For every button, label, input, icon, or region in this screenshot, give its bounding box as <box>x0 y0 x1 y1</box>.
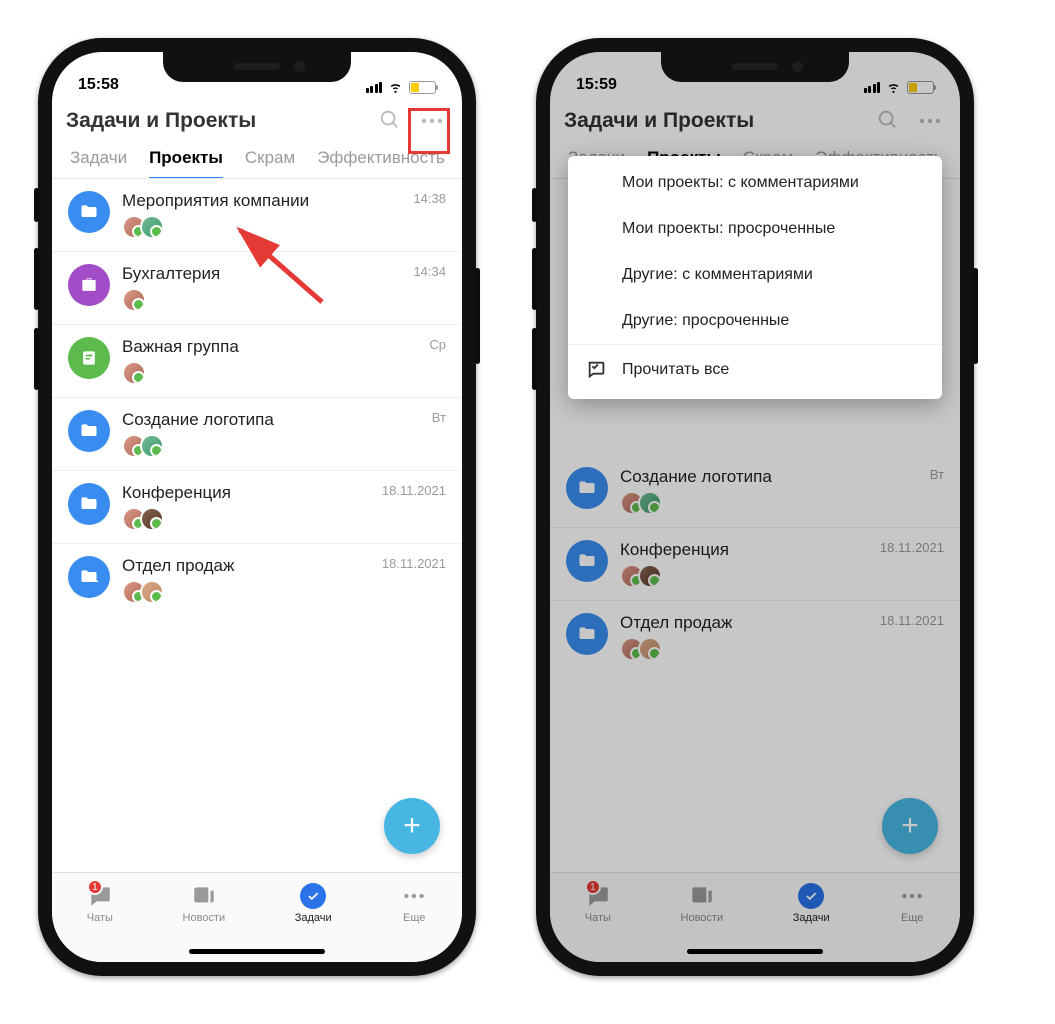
project-title: Создание логотипа <box>122 410 370 430</box>
notch <box>661 52 849 82</box>
project-row[interactable]: Конференция 18.11.2021 <box>52 471 462 544</box>
nav-chats-badge: 1 <box>87 879 103 895</box>
nav-chats[interactable]: 1 Чаты <box>87 883 113 962</box>
project-time: 18.11.2021 <box>370 483 446 498</box>
project-row[interactable]: Создание логотипа Вт <box>52 398 462 471</box>
phone-mockup-2: 15:59 Задачи и Проекты Задачи Проекты Ск… <box>536 38 974 976</box>
briefcase-icon <box>68 264 110 306</box>
tab-bar: Задачи Проекты Скрам Эффективность <box>52 136 462 179</box>
project-time: Вт <box>370 410 446 425</box>
project-title: Мероприятия компании <box>122 191 370 211</box>
tab-tasks[interactable]: Задачи <box>70 148 127 178</box>
menu-item-other-overdue[interactable]: Другие: просроченные <box>568 298 942 344</box>
fab-add-button[interactable]: + <box>384 798 440 854</box>
wifi-icon <box>387 81 404 94</box>
project-time: 18.11.2021 <box>370 556 446 571</box>
nav-more[interactable]: Еще <box>401 883 427 962</box>
folder-icon <box>68 410 110 452</box>
nav-label: Задачи <box>295 912 332 924</box>
context-menu: Мои проекты: с комментариями Мои проекты… <box>568 156 942 399</box>
menu-item-label: Мои проекты: с комментариями <box>622 174 859 192</box>
notch <box>163 52 351 82</box>
battery-icon <box>409 81 436 94</box>
annotation-arrow <box>232 222 342 317</box>
tab-scrum[interactable]: Скрам <box>245 148 295 178</box>
nav-label: Чаты <box>87 912 113 924</box>
menu-item-other-with-comments[interactable]: Другие: с комментариями <box>568 252 942 298</box>
project-title: Отдел продаж <box>122 556 370 576</box>
menu-item-label: Другие: с комментариями <box>622 266 813 284</box>
search-icon[interactable] <box>378 108 400 135</box>
menu-item-read-all[interactable]: Прочитать все <box>568 344 942 395</box>
app-header: Задачи и Проекты <box>52 98 462 136</box>
folder-icon <box>68 556 110 598</box>
note-icon <box>68 337 110 379</box>
folder-icon <box>68 483 110 525</box>
status-time: 15:58 <box>78 76 119 94</box>
menu-item-my-with-comments[interactable]: Мои проекты: с комментариями <box>568 160 942 206</box>
menu-item-my-overdue[interactable]: Мои проекты: просроченные <box>568 206 942 252</box>
folder-icon <box>68 191 110 233</box>
menu-item-label: Прочитать все <box>622 361 729 379</box>
phone-mockup-1: 15:58 Задачи и Проекты <box>38 38 476 976</box>
project-row[interactable]: Отдел продаж 18.11.2021 <box>52 544 462 616</box>
project-row[interactable]: Важная группа Ср <box>52 325 462 398</box>
project-time: 14:38 <box>370 191 446 206</box>
menu-item-label: Другие: просроченные <box>622 312 789 330</box>
menu-item-label: Мои проекты: просроченные <box>622 220 835 238</box>
tab-projects[interactable]: Проекты <box>149 148 223 178</box>
project-title: Конференция <box>122 483 370 503</box>
nav-label: Новости <box>183 912 226 924</box>
project-title: Важная группа <box>122 337 370 357</box>
page-title: Задачи и Проекты <box>66 109 256 133</box>
annotation-highlight-box <box>408 108 450 154</box>
project-time: 14:34 <box>370 264 446 279</box>
read-all-icon <box>586 359 608 381</box>
project-time: Ср <box>370 337 446 352</box>
signal-icon <box>366 82 383 93</box>
nav-label: Еще <box>403 912 425 924</box>
home-indicator <box>189 949 325 954</box>
check-icon <box>300 883 326 909</box>
